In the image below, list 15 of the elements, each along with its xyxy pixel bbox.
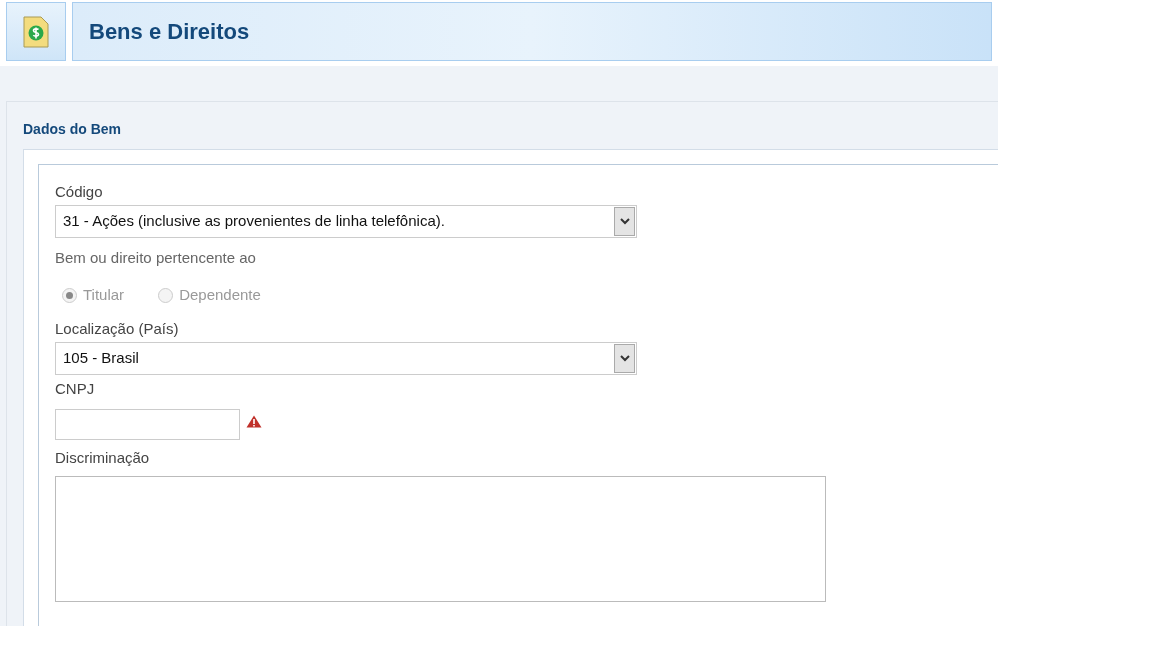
field-label: Localização (País)	[55, 318, 180, 339]
field-label: Código	[55, 182, 104, 202]
page-title: Bens e Direitos	[89, 18, 250, 46]
dropdown-field[interactable]: 31 - Ações (inclusive as provenientes de linha telefônica).	[55, 205, 637, 238]
section-title: Dados do Bem	[23, 120, 122, 139]
chevron-icon[interactable]	[614, 343, 635, 373]
field-label: CNPJ	[55, 378, 96, 399]
input-field[interactable]	[55, 408, 240, 440]
money-document-icon	[22, 14, 50, 49]
chevron-icon[interactable]	[614, 207, 635, 236]
field-label: Discriminação	[55, 447, 151, 468]
dropdown-value: 31 - Ações (inclusive as provenientes de linha telefônica).	[62, 211, 446, 232]
group-label: Bem ou direito pertencente ao	[55, 248, 257, 268]
dropdown-field[interactable]: 105 - Brasil	[55, 341, 637, 375]
dropdown-value: 105 - Brasil	[62, 347, 140, 368]
